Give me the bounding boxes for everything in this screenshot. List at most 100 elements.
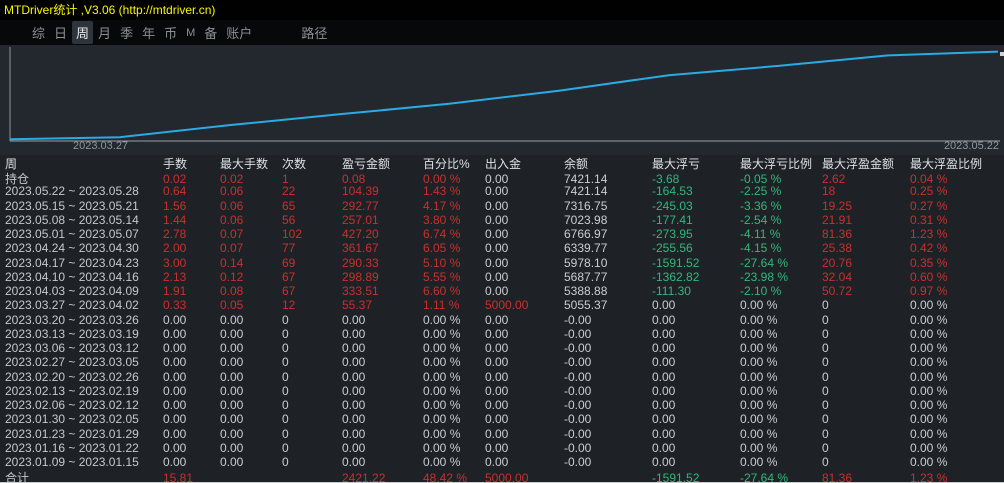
table-row[interactable]: 2023.03.13 ~ 2023.03.19 0.00 0.00 0 0.00 0.00… [5,327,1004,341]
cell-lots: 0.00 [163,440,187,455]
table-row[interactable]: 2023.03.06 ~ 2023.03.12 0.00 0.00 0 0.00 0.00… [5,341,1004,355]
table-row[interactable]: 2023.02.20 ~ 2023.02.26 0.00 0.00 0 0.00 0.00… [5,370,1004,384]
menu-item-yue[interactable]: 月 [94,21,115,44]
table-row[interactable]: 2023.02.06 ~ 2023.02.12 0.00 0.00 0 0.00 0.00… [5,398,1004,412]
cell-max-drawdown: 0.00 [652,326,676,341]
table-row[interactable]: 2023.04.24 ~ 2023.04.30 2.00 0.07 77 361.67 6… [5,241,1004,255]
titlebar[interactable]: MTDriver统计 ,V3.06 (http://mtdriver.cn) [0,0,1004,20]
cell-max-lots: 0.00 [220,341,244,356]
cell-max-float-profit-pct: 0.25 % [910,184,948,199]
cell-deposit-withdraw: 0.00 [485,284,509,299]
table-row[interactable]: 2023.02.27 ~ 2023.03.05 0.00 0.00 0 0.00 0.00… [5,355,1004,369]
cell-pnl: 0.00 [342,440,366,455]
cell-max-float-profit: 20.76 [822,255,853,270]
col-header-lots: 手数 [163,157,188,171]
cell-percent: 0.00 % [423,426,461,441]
table-row[interactable]: 2023.01.23 ~ 2023.01.29 0.00 0.00 0 0.00 0.00… [5,427,1004,441]
cell-lots: 0.00 [163,369,187,384]
table-row[interactable]: 2023.05.15 ~ 2023.05.21 1.56 0.06 65 292.77 4… [5,199,1004,213]
menu-item-lujing[interactable]: 路径 [297,21,331,44]
cell-max-lots: 0.00 [220,440,244,455]
menu-item-ji[interactable]: 季 [116,21,137,44]
menu-item-nian[interactable]: 年 [138,21,159,44]
menu-item-ri[interactable]: 日 [50,21,71,44]
cell-max-float-profit-pct: 0.00 % [910,355,948,370]
cell-percent: 0.00 % [423,398,461,413]
table-row[interactable]: 2023.03.20 ~ 2023.03.26 0.00 0.00 0 0.00 0.00… [5,313,1004,327]
table-row[interactable]: 2023.03.27 ~ 2023.04.02 0.33 0.05 12 55.37 1.… [5,298,1004,312]
cell-lots: 0.00 [163,312,187,327]
cell-max-float-profit: 0 [822,298,829,313]
cell-pnl: 292.77 [342,198,379,213]
table-row[interactable]: 2023.02.13 ~ 2023.02.19 0.00 0.00 0 0.00 0.00… [5,384,1004,398]
table-row[interactable]: 2023.05.01 ~ 2023.05.07 2.78 0.07 102 427.20… [5,227,1004,241]
cell-max-drawdown: 0.00 [652,440,676,455]
menu-item-zhanghu[interactable]: 账户 [222,21,256,44]
cell-max-drawdown: -273.95 [652,227,693,242]
cell-count: 102 [282,227,303,242]
table-row[interactable]: 2023.01.30 ~ 2023.02.05 0.00 0.00 0 0.00 0.00… [5,412,1004,426]
cell-max-float-profit-pct: 0.00 % [910,326,948,341]
cell-max-lots: 0.06 [220,198,244,213]
table-row[interactable]: 2023.05.08 ~ 2023.05.14 1.44 0.06 56 257.01 3… [5,213,1004,227]
cell-balance: 6766.97 [564,227,608,242]
cell-lots: 2.13 [163,269,187,284]
cell-percent: 6.74 % [423,227,461,242]
table-row[interactable]: 2023.01.09 ~ 2023.01.15 0.00 0.00 0 0.00 0.00… [5,455,1004,469]
chart-grip[interactable] [1000,52,1004,56]
menu-item-m[interactable]: M [182,25,199,41]
menu-item-bei[interactable]: 备 [200,21,221,44]
cell-lots: 0.33 [163,298,187,313]
cell-max-drawdown-pct: -2.25 % [740,184,782,199]
cell-max-float-profit: 19.25 [822,198,853,213]
cell-pnl: 104.39 [342,184,379,199]
row-label: 2023.01.30 ~ 2023.02.05 [5,412,139,427]
cell-count: 0 [282,440,289,455]
table-row[interactable]: 2023.04.03 ~ 2023.04.09 1.91 0.08 67 333.51 6… [5,284,1004,298]
cell-balance: -0.00 [564,398,592,413]
table-row[interactable]: 2023.04.17 ~ 2023.04.23 3.00 0.14 69 290.33 5… [5,256,1004,270]
cell-pnl: 0.00 [342,383,366,398]
menu-item-zhou[interactable]: 周 [72,21,94,44]
col-header-max-float-profit-pct: 最大浮盈比例 [910,157,983,171]
cell-percent: 1.11 % [423,298,460,313]
row-label: 2023.05.01 ~ 2023.05.07 [5,227,139,242]
cell-max-drawdown: -177.41 [652,212,693,227]
cell-max-drawdown: 0.00 [652,312,676,327]
table-row[interactable]: 持仓 0.02 0.02 1 0.08 0.00 % 0.00 7421.14 -3.68 -0.… [5,170,1004,187]
cell-max-lots: 0.14 [220,255,244,270]
cell-pnl: 0.00 [342,369,366,384]
cell-count: 69 [282,255,296,270]
table-row-total[interactable]: 合计 15.81 2421.22 48.42 % 5000.00 -1591.52 -27.… [5,469,1004,483]
cell-count: 0 [282,383,289,398]
cell-count: 0 [282,369,289,384]
menu-item-zong[interactable]: 综 [28,21,49,44]
cell-max-float-profit-pct: 0.42 % [910,241,948,256]
cell-max-drawdown-pct: 0.00 % [740,312,778,327]
weekly-stats-table: 周手数 最大手数 次数 盈亏金额 百分比% 出入金 余额 最大浮亏 最大浮亏比例 最大浮盈金额 最大… [0,155,1004,483]
table-row[interactable]: 2023.04.10 ~ 2023.04.16 2.13 0.12 67 298.89 5… [5,270,1004,284]
cell-max-lots: 0.00 [220,412,244,427]
row-label: 2023.03.06 ~ 2023.03.12 [5,341,139,356]
app-window: MTDriver统计 ,V3.06 (http://mtdriver.cn) 综… [0,0,1004,483]
col-header-deposit-withdraw: 出入金 [485,157,522,171]
menubar: 综日周月季年币 M 备账户 路径 [0,20,1004,45]
cell-max-drawdown-pct: -27.64 % [740,255,789,270]
row-label: 2023.04.17 ~ 2023.04.23 [5,255,139,270]
table-row[interactable]: 2023.01.16 ~ 2023.01.22 0.00 0.00 0 0.00 0.00… [5,441,1004,455]
row-label: 2023.03.20 ~ 2023.03.26 [5,312,139,327]
cell-deposit-withdraw: 0.00 [485,312,509,327]
cell-max-float-profit: 0 [822,412,829,427]
cell-max-float-profit: 0 [822,426,829,441]
cell-max-drawdown: 0.00 [652,341,676,356]
cell-max-lots: 0.06 [220,184,244,199]
cell-max-drawdown-pct: -27.64 % [740,470,789,483]
cell-balance: -0.00 [564,326,592,341]
table-row[interactable]: 2023.05.22 ~ 2023.05.28 0.64 0.06 22 104.39 1… [5,184,1004,198]
cell-balance: -0.00 [564,455,592,470]
cell-percent: 0.00 % [423,369,461,384]
row-label: 2023.02.27 ~ 2023.03.05 [5,355,139,370]
cell-pnl: 0.00 [342,326,366,341]
menu-item-bi[interactable]: 币 [160,21,181,44]
cell-pnl: 298.89 [342,269,379,284]
